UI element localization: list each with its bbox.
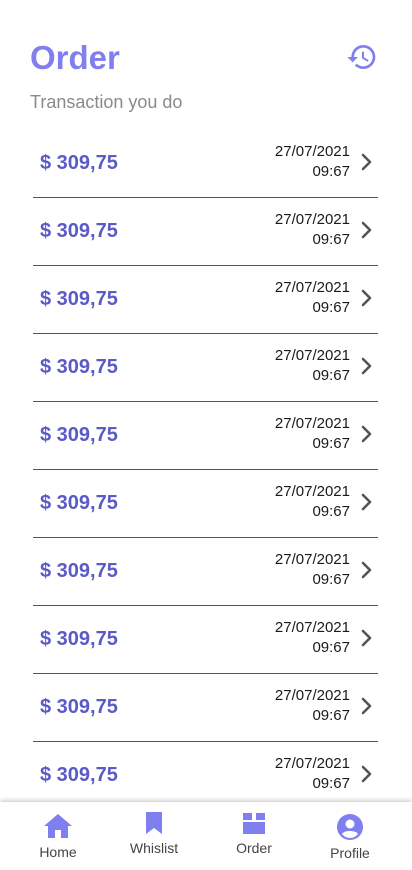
home-icon bbox=[44, 814, 72, 838]
nav-item-profile[interactable]: Profile bbox=[310, 813, 390, 861]
order-amount: $ 309,75 bbox=[40, 220, 118, 242]
chevron-right-icon bbox=[360, 152, 374, 172]
order-datetime: 27/07/2021 09:67 bbox=[275, 142, 350, 182]
page-title: Order bbox=[30, 39, 120, 76]
box-icon bbox=[243, 813, 265, 834]
order-time: 09:67 bbox=[312, 163, 350, 180]
history-button[interactable] bbox=[346, 41, 378, 73]
order-row[interactable]: $ 309,75 27/07/2021 09:67 bbox=[33, 470, 378, 538]
order-amount: $ 309,75 bbox=[40, 628, 118, 650]
chevron-right-icon bbox=[360, 424, 374, 444]
chevron-right-icon bbox=[360, 288, 374, 308]
order-time: 09:67 bbox=[312, 639, 350, 656]
order-time: 09:67 bbox=[312, 435, 350, 452]
page-header: Order Transaction you do bbox=[0, 0, 412, 130]
history-icon bbox=[347, 45, 376, 69]
order-datetime: 27/07/2021 09:67 bbox=[275, 754, 350, 794]
order-amount: $ 309,75 bbox=[40, 492, 118, 514]
order-row[interactable]: $ 309,75 27/07/2021 09:67 bbox=[33, 266, 378, 334]
order-row[interactable]: $ 309,75 27/07/2021 09:67 bbox=[33, 130, 378, 198]
order-date: 27/07/2021 bbox=[274, 279, 350, 296]
order-row[interactable]: $ 309,75 27/07/2021 09:67 bbox=[33, 334, 378, 402]
order-row[interactable]: $ 309,75 27/07/2021 09:67 bbox=[33, 606, 378, 674]
order-row[interactable]: $ 309,75 27/07/2021 09:67 bbox=[33, 742, 378, 802]
order-date: 27/07/2021 bbox=[274, 415, 350, 432]
order-datetime: 27/07/2021 09:67 bbox=[275, 346, 350, 386]
order-amount: $ 309,75 bbox=[40, 764, 118, 786]
nav-label-profile: Profile bbox=[330, 845, 370, 861]
order-date: 27/07/2021 bbox=[274, 483, 350, 500]
nav-label-whislist: Whislist bbox=[129, 840, 179, 856]
order-time: 09:67 bbox=[312, 503, 350, 520]
chevron-right-icon bbox=[360, 628, 374, 648]
order-datetime: 27/07/2021 09:67 bbox=[275, 482, 350, 522]
order-time: 09:67 bbox=[312, 775, 350, 792]
bottom-navigation: Home Whislist Order Profile bbox=[0, 802, 412, 870]
nav-item-order[interactable]: Order bbox=[214, 810, 294, 856]
order-date: 27/07/2021 bbox=[274, 619, 350, 636]
account-circle-icon bbox=[337, 814, 363, 840]
order-amount: $ 309,75 bbox=[40, 424, 118, 446]
order-date: 27/07/2021 bbox=[274, 687, 350, 704]
nav-label-order: Order bbox=[236, 840, 272, 856]
order-datetime: 27/07/2021 09:67 bbox=[275, 278, 350, 318]
order-time: 09:67 bbox=[312, 367, 350, 384]
order-date: 27/07/2021 bbox=[274, 755, 350, 772]
order-date: 27/07/2021 bbox=[274, 551, 350, 568]
page-subtitle: Transaction you do bbox=[30, 92, 183, 112]
order-amount: $ 309,75 bbox=[40, 152, 118, 174]
nav-item-whislist[interactable]: Whislist bbox=[114, 810, 194, 856]
order-row[interactable]: $ 309,75 27/07/2021 09:67 bbox=[33, 198, 378, 266]
nav-label-home: Home bbox=[39, 844, 77, 860]
order-datetime: 27/07/2021 09:67 bbox=[275, 618, 350, 658]
order-date: 27/07/2021 bbox=[274, 211, 350, 228]
order-date: 27/07/2021 bbox=[274, 347, 350, 364]
order-row[interactable]: $ 309,75 27/07/2021 09:67 bbox=[33, 674, 378, 742]
order-amount: $ 309,75 bbox=[40, 560, 118, 582]
order-datetime: 27/07/2021 09:67 bbox=[275, 550, 350, 590]
order-amount: $ 309,75 bbox=[40, 288, 118, 310]
chevron-right-icon bbox=[360, 356, 374, 376]
chevron-right-icon bbox=[360, 764, 374, 784]
order-datetime: 27/07/2021 09:67 bbox=[275, 686, 350, 726]
order-time: 09:67 bbox=[312, 707, 350, 724]
order-row[interactable]: $ 309,75 27/07/2021 09:67 bbox=[33, 402, 378, 470]
order-amount: $ 309,75 bbox=[40, 356, 118, 378]
order-row[interactable]: $ 309,75 27/07/2021 09:67 bbox=[33, 538, 378, 606]
nav-item-home[interactable]: Home bbox=[18, 812, 98, 860]
order-list: $ 309,75 27/07/2021 09:67 $ 309,75 27/07… bbox=[33, 130, 378, 802]
chevron-right-icon bbox=[360, 696, 374, 716]
order-amount: $ 309,75 bbox=[40, 696, 118, 718]
bookmark-icon bbox=[146, 812, 162, 834]
order-datetime: 27/07/2021 09:67 bbox=[275, 414, 350, 454]
chevron-right-icon bbox=[360, 492, 374, 512]
order-time: 09:67 bbox=[312, 231, 350, 248]
order-time: 09:67 bbox=[312, 571, 350, 588]
order-datetime: 27/07/2021 09:67 bbox=[275, 210, 350, 250]
chevron-right-icon bbox=[360, 220, 374, 240]
chevron-right-icon bbox=[360, 560, 374, 580]
order-time: 09:67 bbox=[312, 299, 350, 316]
order-date: 27/07/2021 bbox=[274, 143, 350, 160]
